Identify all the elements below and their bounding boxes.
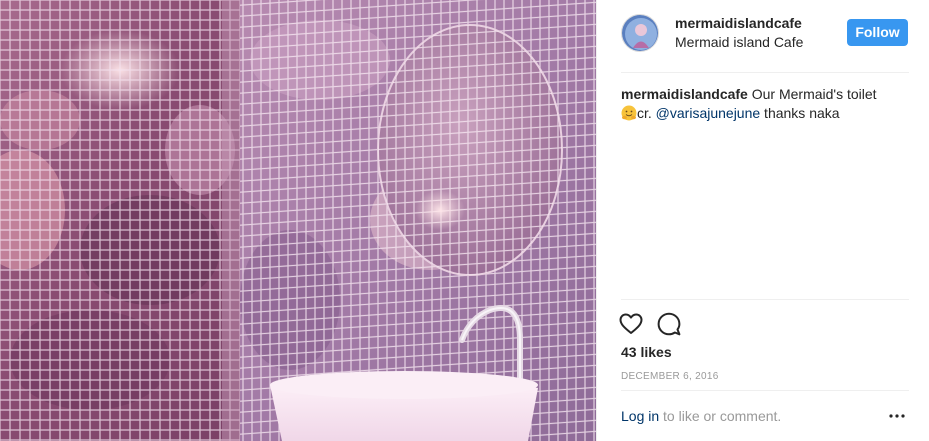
login-link[interactable]: Log in (621, 408, 659, 424)
avatar-image (622, 15, 658, 51)
login-prompt: Log in to like or comment. (621, 408, 781, 424)
hugging-face-emoji-icon (621, 105, 637, 121)
post-caption: mermaidislandcafe Our Mermaid's toilet c… (621, 85, 911, 123)
caption-thanks: thanks naka (760, 105, 840, 121)
divider (621, 299, 909, 300)
caption-text: Our Mermaid's toilet (747, 86, 877, 102)
post-photo[interactable] (0, 0, 596, 441)
more-options-icon (889, 414, 905, 418)
post-header: mermaidislandcafe Mermaid island Cafe Fo… (597, 0, 929, 72)
comment-icon (657, 312, 681, 336)
header-location[interactable]: Mermaid island Cafe (675, 34, 803, 50)
instagram-post: mermaidislandcafe Mermaid island Cafe Fo… (0, 0, 929, 441)
like-button[interactable] (618, 311, 644, 337)
divider (621, 72, 909, 73)
avatar[interactable] (621, 14, 659, 52)
divider (621, 390, 909, 391)
caption-mention-link[interactable]: @varisajunejune (656, 105, 761, 121)
heart-icon (619, 313, 643, 334)
like-count[interactable]: 43 likes (621, 344, 672, 360)
follow-button[interactable]: Follow (847, 19, 908, 46)
login-prompt-text: to like or comment. (659, 408, 782, 424)
caption-username[interactable]: mermaidislandcafe (621, 86, 748, 102)
header-username[interactable]: mermaidislandcafe (675, 15, 802, 31)
bathroom-mosaic-image (0, 0, 596, 441)
caption-credit-prefix: cr. (637, 105, 656, 121)
post-sidebar: mermaidislandcafe Mermaid island Cafe Fo… (596, 0, 929, 441)
more-options-button[interactable] (885, 408, 909, 424)
comment-button[interactable] (656, 311, 682, 337)
post-date: DECEMBER 6, 2016 (621, 371, 719, 382)
